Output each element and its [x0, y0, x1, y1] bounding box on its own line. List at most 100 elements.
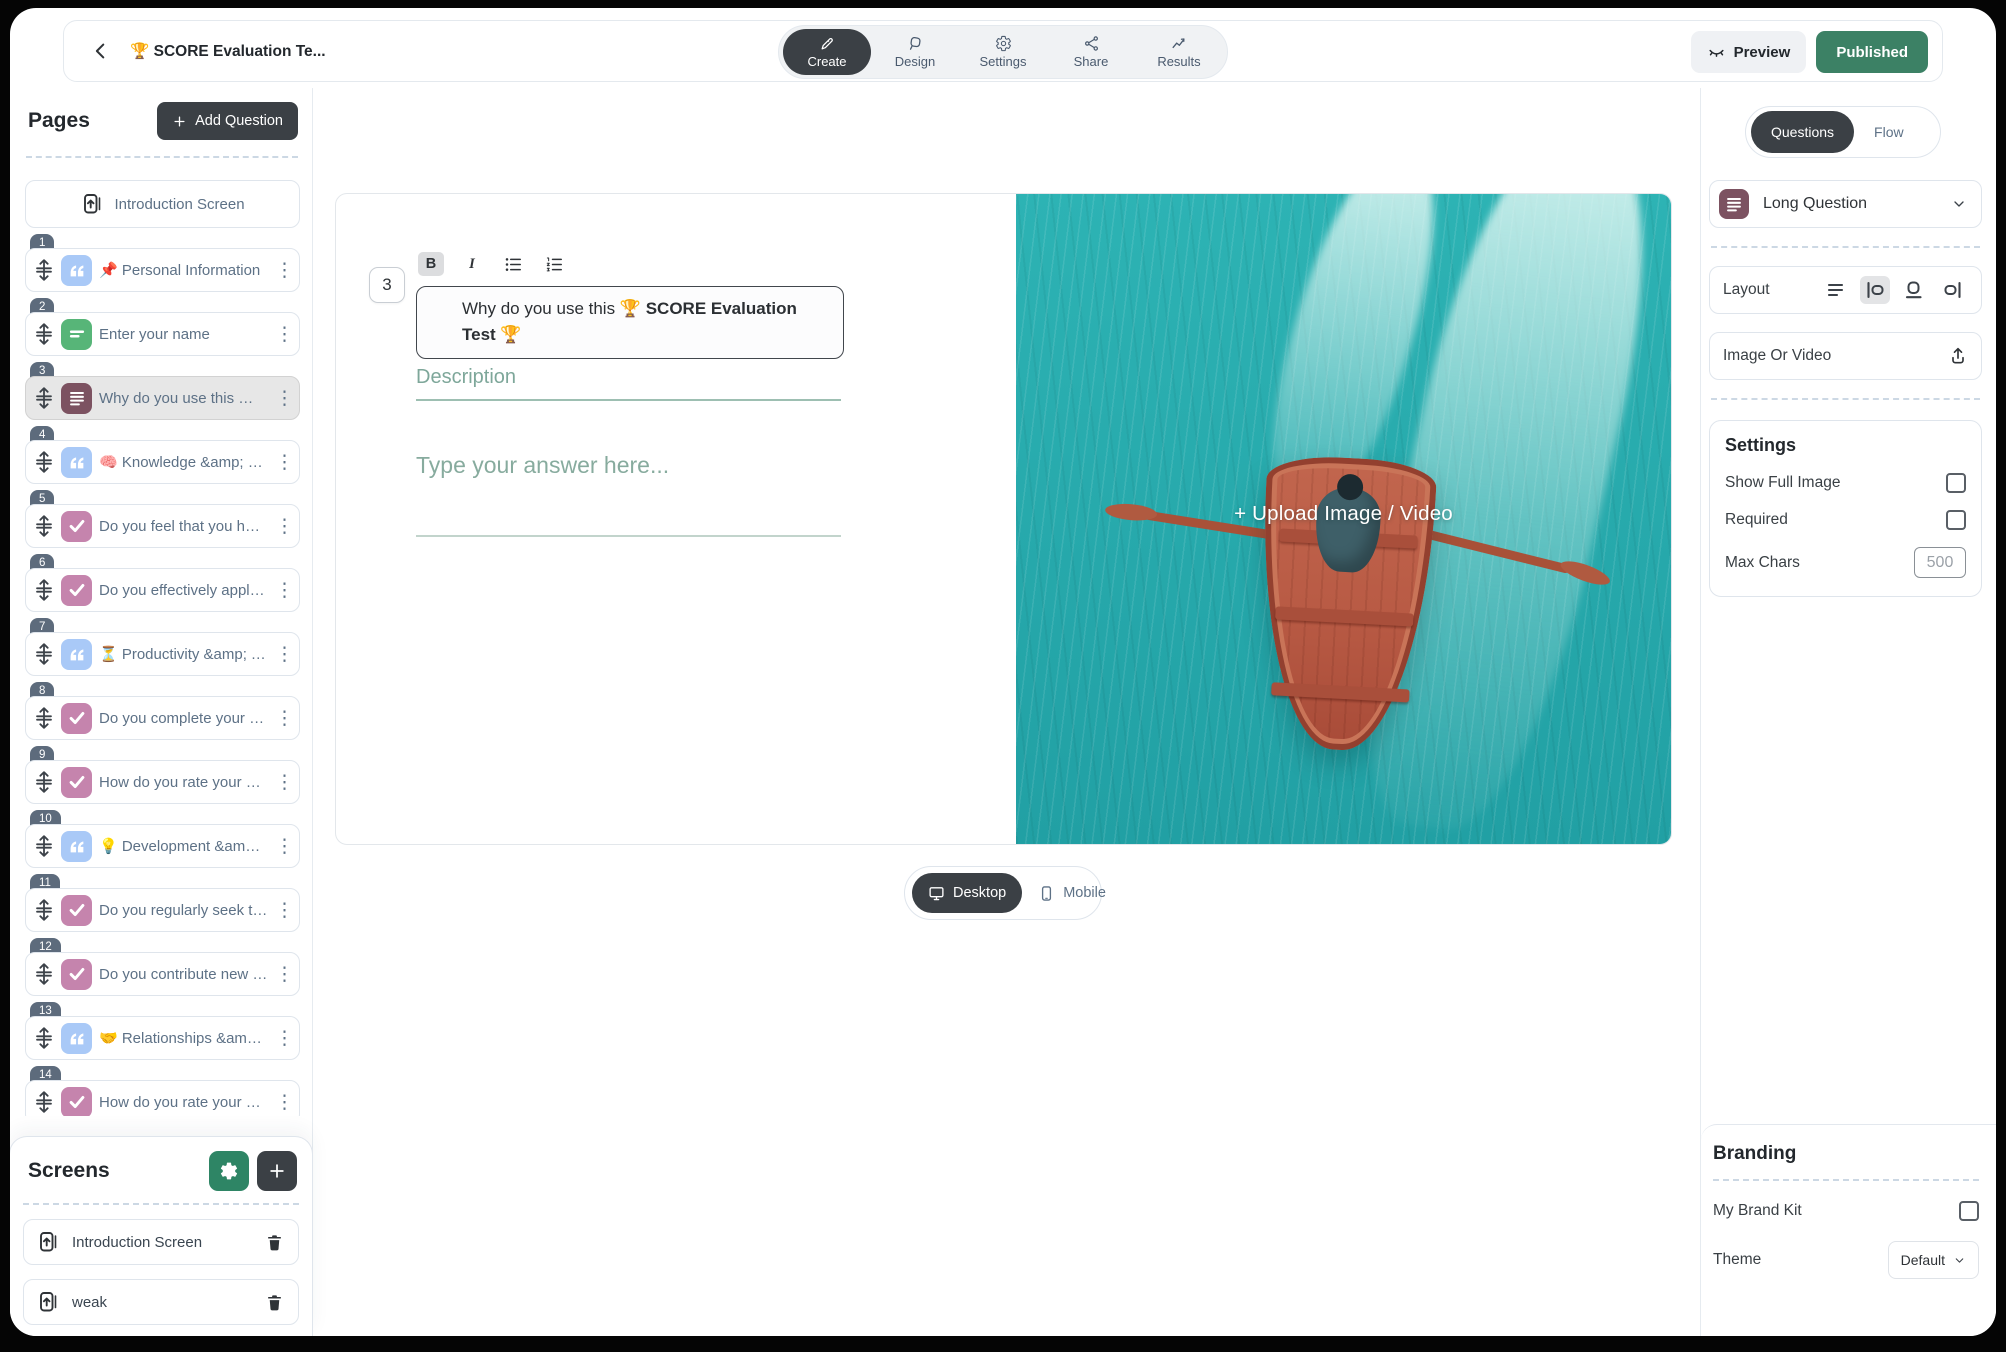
italic-button[interactable]: I: [459, 252, 485, 276]
add-screen-button[interactable]: [257, 1151, 297, 1191]
drag-handle-icon[interactable]: [34, 515, 54, 537]
delete-screen-icon[interactable]: [265, 1293, 284, 1312]
page-item-introduction-screen[interactable]: Introduction Screen: [25, 180, 300, 228]
nav-tab-settings[interactable]: Settings: [959, 29, 1047, 75]
main-nav: Create Design Settings Share Results: [778, 25, 1228, 79]
upload-image-video-label[interactable]: + Upload Image / Video: [1016, 502, 1671, 526]
question-item-13[interactable]: 13 🤝 Relationships &amp; C... ⋮: [25, 1016, 300, 1060]
answer-placeholder[interactable]: Type your answer here...: [416, 452, 669, 479]
screen-item-introduction[interactable]: Introduction Screen: [23, 1219, 299, 1265]
drag-handle-icon[interactable]: [34, 771, 54, 793]
drag-handle-icon[interactable]: [34, 1027, 54, 1049]
layout-text-only-button[interactable]: [1821, 276, 1851, 304]
upload-icon[interactable]: [1948, 346, 1968, 366]
drag-handle-icon[interactable]: [34, 387, 54, 409]
quote-question-icon: [61, 639, 92, 670]
required-checkbox[interactable]: [1946, 510, 1966, 530]
kebab-menu-icon[interactable]: ⋮: [275, 707, 293, 730]
screens-settings-button[interactable]: [209, 1151, 249, 1191]
kebab-menu-icon[interactable]: ⋮: [275, 771, 293, 794]
nav-tab-design[interactable]: Design: [871, 29, 959, 75]
panel-tabs: Questions Flow: [1745, 106, 1941, 158]
kebab-menu-icon[interactable]: ⋮: [275, 451, 293, 474]
kebab-menu-icon[interactable]: ⋮: [275, 1091, 293, 1114]
question-item-5[interactable]: 5 Do you feel that you have ... ⋮: [25, 504, 300, 548]
my-brand-kit-checkbox[interactable]: [1959, 1201, 1979, 1221]
checkbox-question-icon: [61, 575, 92, 606]
drag-handle-icon[interactable]: [34, 963, 54, 985]
nav-tab-results[interactable]: Results: [1135, 29, 1223, 75]
tab-questions[interactable]: Questions: [1751, 111, 1854, 153]
back-button[interactable]: [84, 34, 118, 68]
kebab-menu-icon[interactable]: ⋮: [275, 899, 293, 922]
drag-handle-icon[interactable]: [34, 259, 54, 281]
question-image-upload-area[interactable]: + Upload Image / Video: [1016, 194, 1671, 844]
tab-flow[interactable]: Flow: [1854, 111, 1924, 153]
kebab-menu-icon[interactable]: ⋮: [275, 579, 293, 602]
question-item-9[interactable]: 9 How do you rate your abili... ⋮: [25, 760, 300, 804]
drag-handle-icon[interactable]: [34, 323, 54, 345]
drag-handle-icon[interactable]: [34, 835, 54, 857]
question-item-3-selected[interactable]: 3 Why do you use this 🏆 S... ⋮: [25, 376, 300, 420]
kebab-menu-icon[interactable]: ⋮: [275, 643, 293, 666]
screen-icon: [80, 192, 104, 216]
show-full-image-checkbox[interactable]: [1946, 473, 1966, 493]
nav-tab-create[interactable]: Create: [783, 29, 871, 75]
max-chars-input[interactable]: [1914, 547, 1966, 578]
drag-handle-icon[interactable]: [34, 643, 54, 665]
pages-sidebar: Pages Add Question Introduction Screen 1: [10, 88, 313, 1336]
drag-handle-icon[interactable]: [34, 1091, 54, 1113]
bullet-list-button[interactable]: [500, 252, 526, 276]
kebab-menu-icon[interactable]: ⋮: [275, 835, 293, 858]
kebab-menu-icon[interactable]: ⋮: [275, 387, 293, 410]
layout-image-left-button[interactable]: [1860, 276, 1890, 304]
screens-panel: Screens Introduction Screen weak: [10, 1136, 313, 1336]
bold-button[interactable]: B: [418, 252, 444, 276]
question-type-select[interactable]: Long Question: [1709, 180, 1982, 228]
question-item-11[interactable]: 11 Do you regularly seek to a... ⋮: [25, 888, 300, 932]
question-item-2[interactable]: 2 Enter your name ⋮: [25, 312, 300, 356]
desktop-toggle-button[interactable]: Desktop: [912, 873, 1022, 913]
description-underline: [416, 399, 841, 401]
published-button[interactable]: Published: [1816, 31, 1928, 73]
nav-tab-share[interactable]: Share: [1047, 29, 1135, 75]
image-or-video-row[interactable]: Image Or Video: [1709, 332, 1982, 380]
question-item-4[interactable]: 4 🧠 Knowledge &amp; Skills ⋮: [25, 440, 300, 484]
divider: [1711, 398, 1980, 400]
question-item-7[interactable]: 7 ⏳ Productivity &amp; Ti... ⋮: [25, 632, 300, 676]
drag-handle-icon[interactable]: [34, 899, 54, 921]
delete-screen-icon[interactable]: [265, 1233, 284, 1252]
layout-image-right-button[interactable]: [1938, 276, 1968, 304]
add-question-button[interactable]: Add Question: [157, 102, 298, 140]
question-item-10[interactable]: 10 💡 Development &amp; C... ⋮: [25, 824, 300, 868]
drag-handle-icon[interactable]: [34, 451, 54, 473]
kebab-menu-icon[interactable]: ⋮: [275, 963, 293, 986]
question-item-8[interactable]: 8 Do you complete your tas... ⋮: [25, 696, 300, 740]
question-item-14[interactable]: 14 How do you rate your abili... ⋮: [25, 1080, 300, 1116]
layout-image-top-button[interactable]: [1899, 276, 1929, 304]
theme-select[interactable]: Default: [1888, 1241, 1979, 1279]
plus-icon: [172, 114, 187, 129]
question-text-editor[interactable]: Why do you use this 🏆 SCORE Evaluation T…: [416, 286, 844, 359]
kebab-menu-icon[interactable]: ⋮: [275, 1027, 293, 1050]
kebab-menu-icon[interactable]: ⋮: [275, 515, 293, 538]
chevron-down-icon: [1953, 1254, 1966, 1267]
mobile-toggle-button[interactable]: Mobile: [1022, 873, 1122, 913]
screen-icon: [36, 1230, 60, 1254]
drag-handle-icon[interactable]: [34, 707, 54, 729]
preview-button[interactable]: Preview: [1691, 31, 1807, 73]
question-item-1[interactable]: 1 📌 Personal Information ⋮: [25, 248, 300, 292]
description-placeholder[interactable]: Description: [416, 366, 516, 389]
checkbox-question-icon: [61, 959, 92, 990]
checkbox-question-icon: [61, 767, 92, 798]
kebab-menu-icon[interactable]: ⋮: [275, 259, 293, 282]
question-editor-card: 3 B I Why do you use this 🏆 SCORE Evalua…: [335, 193, 1672, 845]
question-item-6[interactable]: 6 Do you effectively apply y... ⋮: [25, 568, 300, 612]
ordered-list-button[interactable]: [541, 252, 567, 276]
kebab-menu-icon[interactable]: ⋮: [275, 323, 293, 346]
screen-item-weak[interactable]: weak: [23, 1279, 299, 1325]
drag-handle-icon[interactable]: [34, 579, 54, 601]
question-item-12[interactable]: 12 Do you contribute new ide... ⋮: [25, 952, 300, 996]
question-number: 3: [369, 267, 405, 303]
editor-canvas-area: 3 B I Why do you use this 🏆 SCORE Evalua…: [313, 88, 1700, 1336]
